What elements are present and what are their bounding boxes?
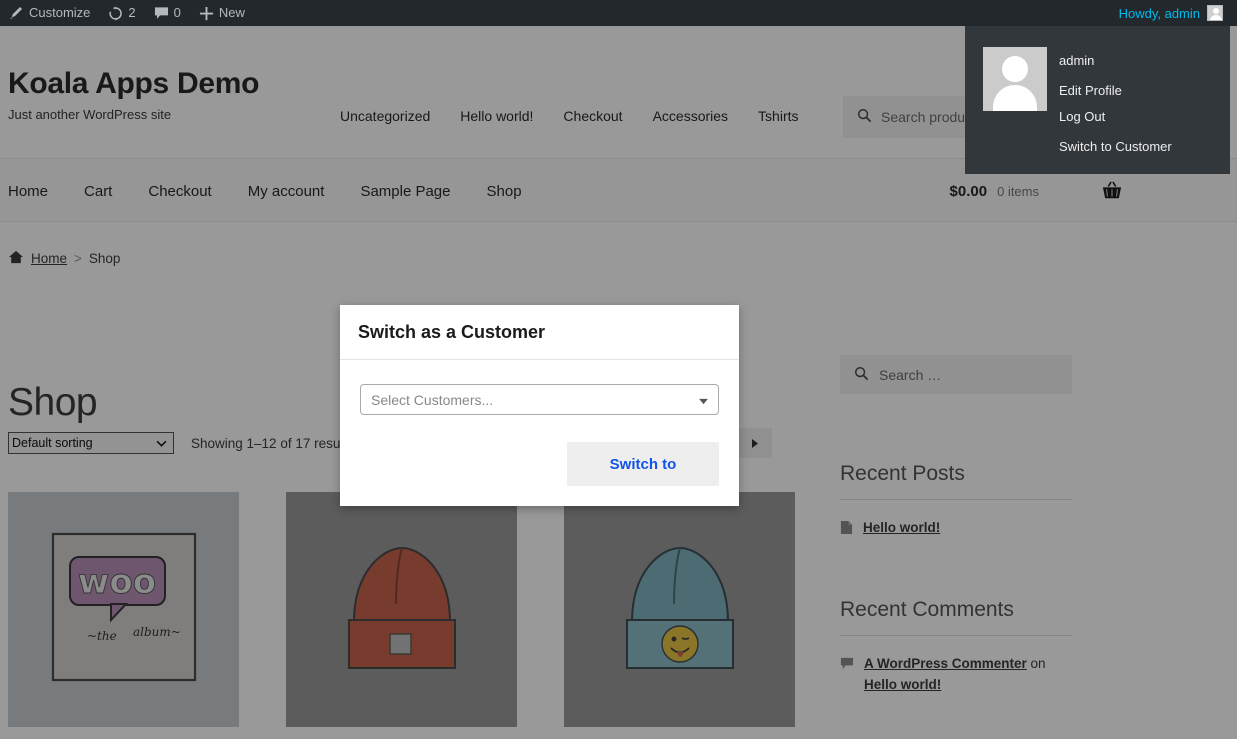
customer-select[interactable]: Select Customers... bbox=[360, 384, 719, 415]
page-root: Koala Apps Demo Just another WordPress s… bbox=[0, 0, 1237, 739]
admin-bar-left: Customize 2 0 New bbox=[0, 0, 254, 26]
paintbrush-icon bbox=[8, 5, 24, 21]
user-menu-log-out[interactable]: Log Out bbox=[1059, 104, 1172, 130]
user-menu-display-name[interactable]: admin bbox=[1059, 48, 1172, 74]
switch-to-button[interactable]: Switch to bbox=[567, 442, 719, 486]
admin-bar-updates-count: 2 bbox=[128, 0, 135, 26]
modal-footer: Switch to bbox=[340, 425, 739, 506]
admin-bar-new-label: New bbox=[219, 0, 245, 26]
admin-bar-comments-count: 0 bbox=[174, 0, 181, 26]
admin-bar-right: Howdy, admin bbox=[1109, 0, 1237, 26]
comment-bubble-icon bbox=[154, 6, 169, 20]
plus-icon bbox=[199, 6, 214, 21]
chevron-down-icon bbox=[698, 392, 709, 408]
admin-bar-comments[interactable]: 0 bbox=[145, 0, 190, 26]
modal-body: Select Customers... bbox=[340, 360, 739, 425]
user-account-menu: admin Edit Profile Log Out Switch to Cus… bbox=[965, 26, 1230, 174]
admin-bar-howdy[interactable]: Howdy, admin bbox=[1109, 0, 1231, 26]
admin-bar-customize[interactable]: Customize bbox=[0, 0, 99, 26]
avatar bbox=[983, 47, 1047, 111]
wp-admin-bar: Customize 2 0 New bbox=[0, 0, 1237, 26]
updates-icon bbox=[108, 6, 123, 21]
admin-bar-customize-label: Customize bbox=[29, 0, 90, 26]
admin-bar-updates[interactable]: 2 bbox=[99, 0, 144, 26]
user-menu-links: admin Edit Profile Log Out Switch to Cus… bbox=[1059, 36, 1172, 160]
avatar bbox=[1207, 5, 1223, 21]
admin-bar-howdy-label: Howdy, admin bbox=[1119, 6, 1200, 21]
modal-header: Switch as a Customer bbox=[340, 305, 739, 360]
admin-bar-new[interactable]: New bbox=[190, 0, 254, 26]
customer-select-placeholder: Select Customers... bbox=[371, 392, 493, 408]
user-menu-switch-to-customer[interactable]: Switch to Customer bbox=[1059, 134, 1172, 160]
switch-customer-modal: Switch as a Customer Select Customers...… bbox=[340, 305, 739, 506]
user-menu-edit-profile[interactable]: Edit Profile bbox=[1059, 78, 1172, 104]
modal-title: Switch as a Customer bbox=[358, 322, 721, 343]
